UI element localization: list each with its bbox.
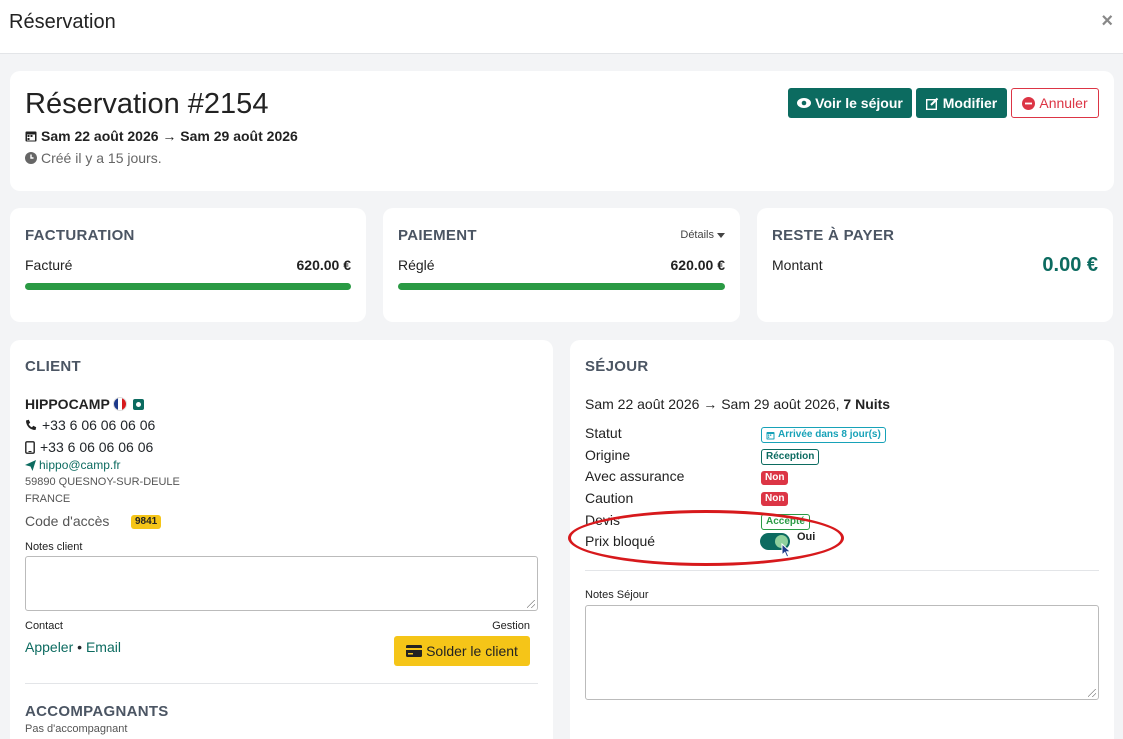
gestion-label: Gestion [492,620,530,632]
resize-grip-icon[interactable] [527,600,535,608]
stay-insurance-label: Avec assurance [585,468,685,484]
client-card: CLIENT HIPPOCAMP +33 6 06 06 06 06 +33 6… [10,340,553,739]
client-notes-label: Notes client [25,541,83,553]
cancel-label: Annuler [1039,95,1088,111]
client-phone[interactable]: +33 6 06 06 06 06 [42,417,155,433]
highlight-ellipse [568,510,844,566]
payment-amount: 620.00 € [670,257,726,273]
close-icon[interactable]: × [1101,10,1113,33]
access-code-label: Code d'accès [25,513,110,529]
stay-status-text: Arrivée dans 8 jour(s) [778,429,881,440]
remaining-amount: 0.00 € [1042,254,1098,276]
reservation-dates: Sam 22 août 2026 → Sam 29 août 2026 [25,128,298,144]
created-info: Créé il y a 15 jours. [25,150,162,166]
credit-card-icon [406,645,423,657]
resize-grip-icon[interactable] [1088,689,1096,697]
settle-client-label: Solder le client [426,643,518,659]
edit-button[interactable]: Modifier [916,88,1007,118]
stay-origin-badge: Réception [761,449,820,465]
payment-progress-bar [398,283,725,290]
paper-plane-icon [25,459,36,471]
remaining-title: RESTE À PAYER [772,227,895,244]
client-name-row: HIPPOCAMP [25,396,145,412]
client-title: CLIENT [25,358,81,375]
remaining-card: RESTE À PAYER Montant 0.00 € [757,208,1113,322]
client-name: HIPPOCAMP [25,396,110,412]
caret-down-icon [717,232,725,238]
no-companion-text: Pas d'accompagnant [25,723,128,735]
client-phone-row: +33 6 06 06 06 06 [25,417,155,433]
separator-dot: • [77,639,83,655]
stay-dates-row: Sam 22 août 2026 → Sam 29 août 2026, 7 N… [585,396,890,412]
edit-label: Modifier [942,95,998,111]
view-stay-button[interactable]: Voir le séjour [788,88,912,118]
calendar-icon [25,131,37,142]
france-flag-icon [113,397,128,411]
stay-notes-label: Notes Séjour [585,589,649,601]
reservation-header-card: Réservation #2154 Sam 22 août 2026 → Sam… [10,71,1114,191]
phone-icon [26,419,37,430]
created-text: Créé il y a 15 jours. [41,150,162,166]
client-email-row: hippo@camp.fr [25,458,121,472]
stay-dates: Sam 22 août 2026 → Sam 29 août 2026, [585,396,840,412]
eye-icon [797,98,812,108]
client-country: FRANCE [25,493,71,505]
client-email[interactable]: hippo@camp.fr [39,458,121,472]
billing-card: FACTURATION Facturé 620.00 € [10,208,366,322]
remaining-label: Montant [772,257,823,273]
payment-card: PAIEMENT Détails Réglé 620.00 € [383,208,740,322]
contact-label: Contact [25,620,63,632]
payment-details-label: Détails [680,229,714,241]
page-title: Réservation #2154 [25,88,269,120]
stay-deposit-badge: Non [761,492,789,506]
client-address: 59890 QUESNOY-SUR-DEULE [25,476,180,488]
whatsapp-icon[interactable] [133,399,145,410]
client-divider [25,683,538,684]
billing-label: Facturé [25,257,73,273]
stay-status-label: Statut [585,425,622,441]
stay-status-badge: Arrivée dans 8 jour(s) [761,427,886,443]
calendar-check-icon [766,431,775,439]
stay-deposit-label: Caution [585,490,634,506]
client-notes-input[interactable] [25,556,538,611]
billing-amount: 620.00 € [296,257,352,273]
stay-origin-label: Origine [585,447,631,463]
stay-title: SÉJOUR [585,358,649,375]
payment-details-dropdown[interactable]: Détails [680,229,725,241]
billing-title: FACTURATION [25,227,135,244]
client-mobile-row: +33 6 06 06 06 06 [25,439,153,455]
stay-notes-input[interactable] [585,605,1099,700]
modal-title: Réservation [9,11,116,33]
stay-divider [585,570,1099,571]
payment-title: PAIEMENT [398,227,477,244]
clock-icon [25,152,37,164]
contact-links: Appeler • Email [25,639,121,655]
email-link[interactable]: Email [86,639,121,655]
stay-insurance-badge: Non [761,471,789,485]
view-stay-label: Voir le séjour [815,95,903,111]
mobile-icon [25,440,35,454]
modal-header: Réservation × [0,0,1123,54]
companions-title: ACCOMPAGNANTS [25,703,169,720]
settle-client-button[interactable]: Solder le client [394,636,530,666]
reservation-dates-text: Sam 22 août 2026 → Sam 29 août 2026 [41,128,298,144]
billing-progress-bar [25,283,351,290]
client-mobile[interactable]: +33 6 06 06 06 06 [40,439,153,455]
edit-icon [925,97,938,110]
stay-nights: 7 Nuits [843,396,891,412]
minus-circle-icon [1022,96,1036,110]
payment-label: Réglé [398,257,435,273]
call-link[interactable]: Appeler [25,639,73,655]
stay-card: SÉJOUR Sam 22 août 2026 → Sam 29 août 20… [568,340,1114,739]
cancel-button[interactable]: Annuler [1011,88,1099,118]
access-code-badge: 9841 [131,515,162,529]
